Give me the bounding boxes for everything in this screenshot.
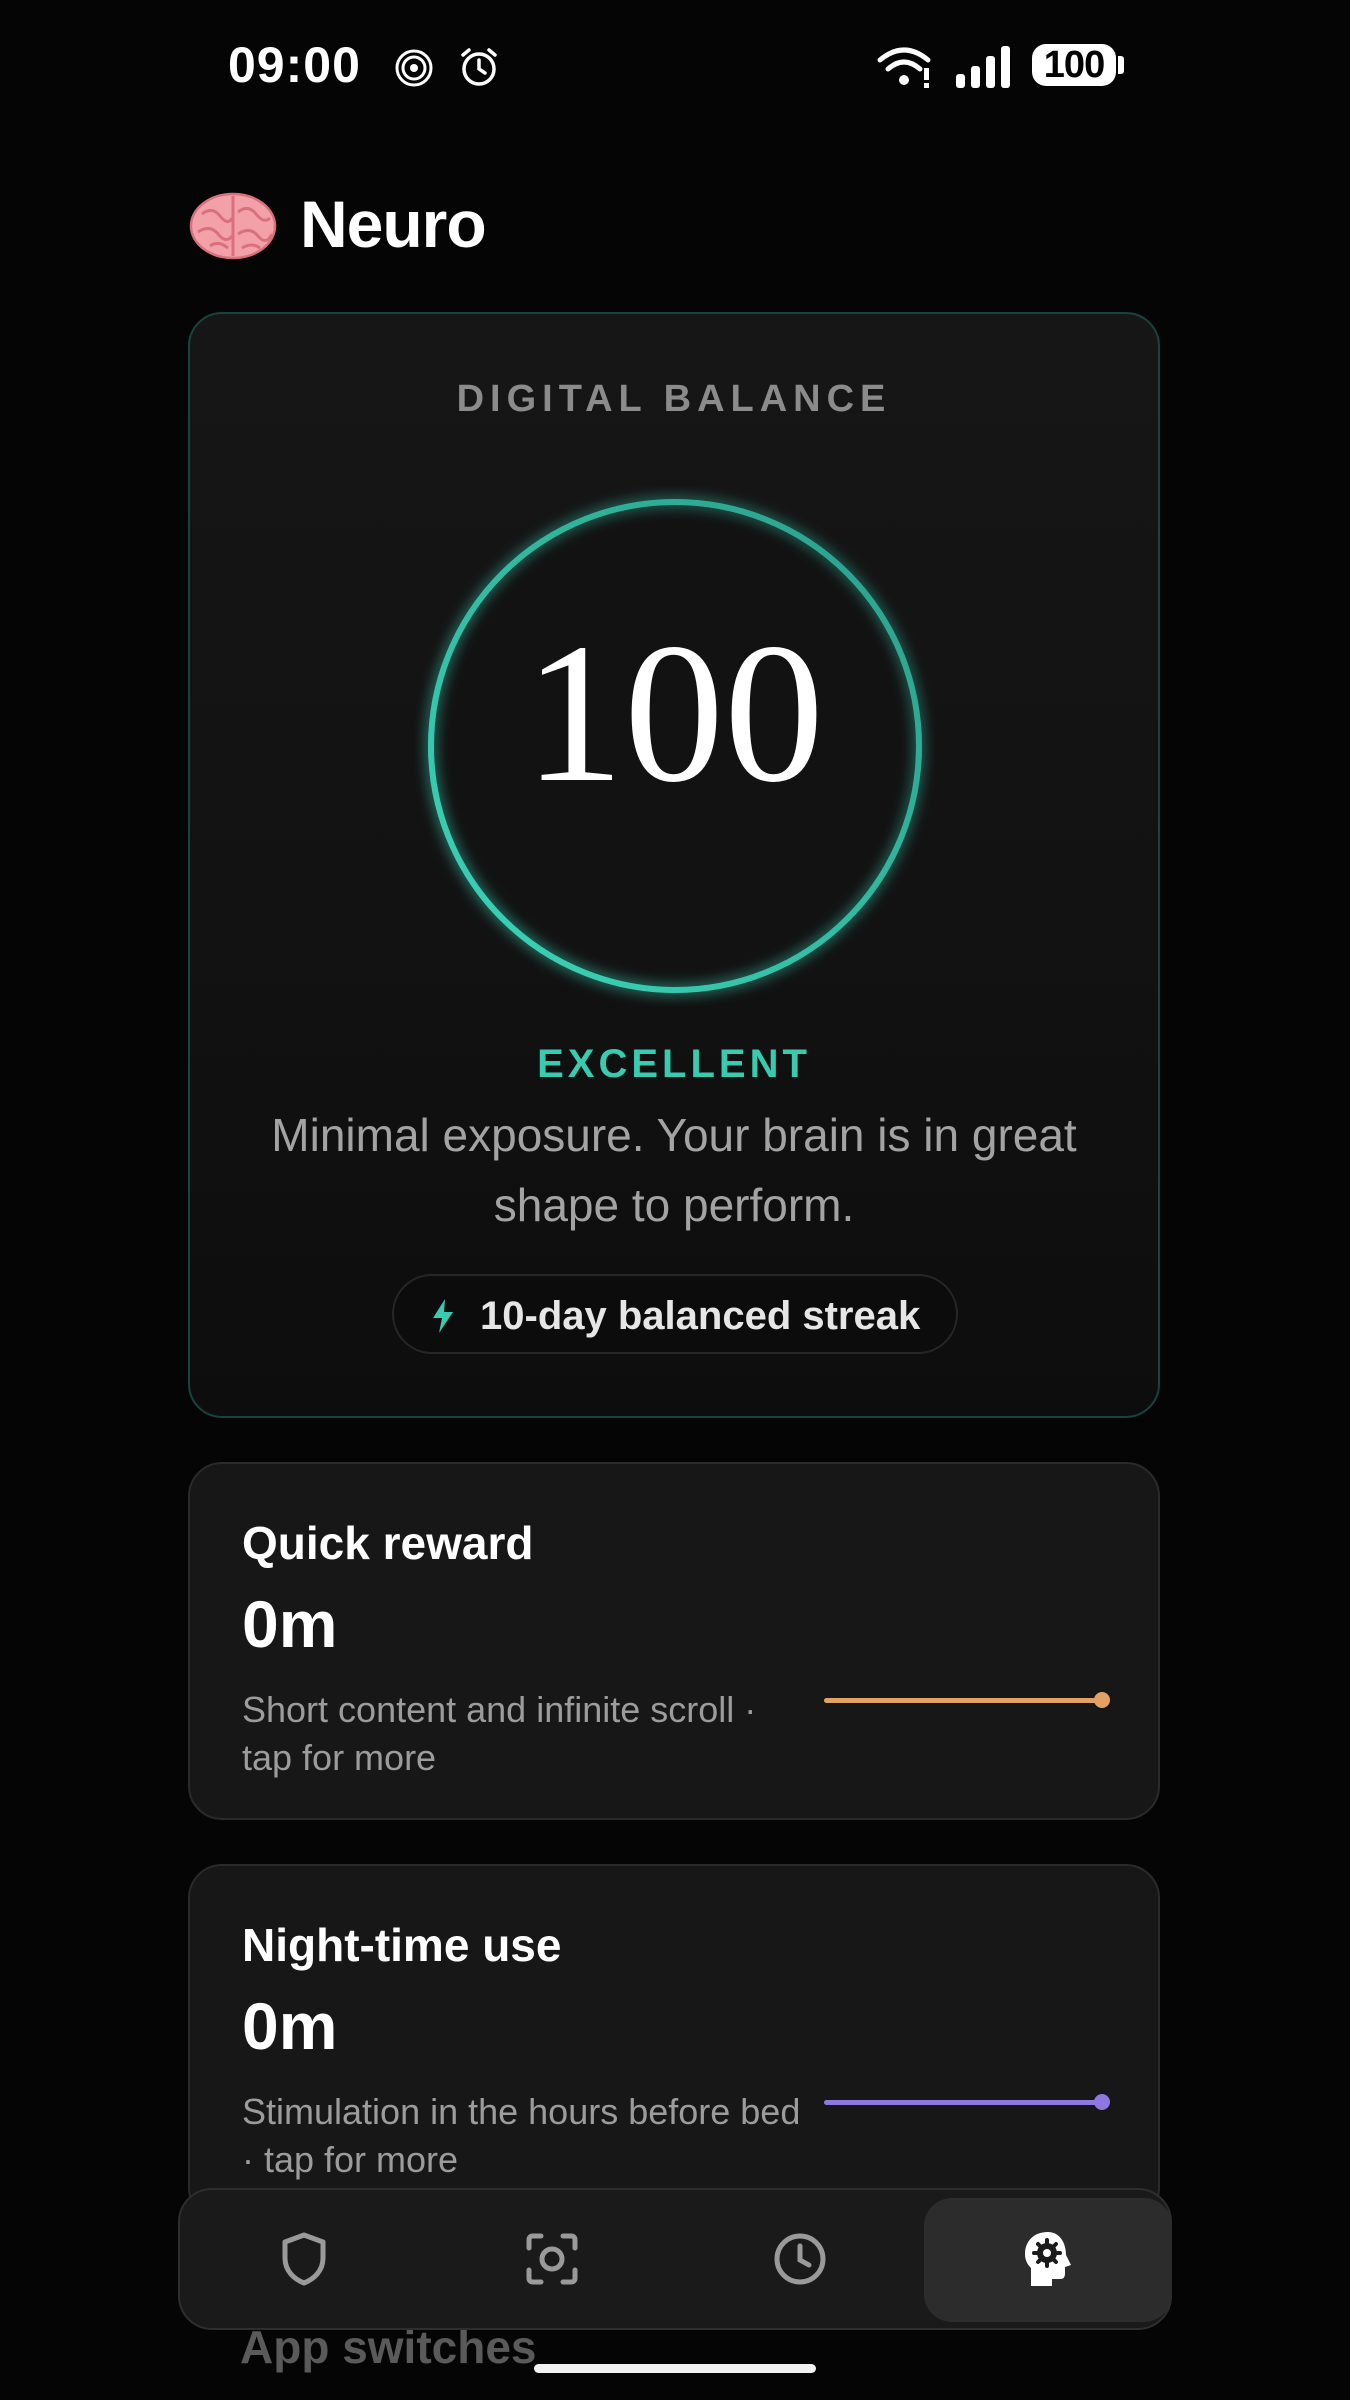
metric-value: 0m bbox=[242, 1989, 338, 2063]
home-indicator[interactable] bbox=[534, 2364, 816, 2373]
metric-description: Short content and infinite scroll · tap … bbox=[242, 1689, 757, 1778]
nav-item-shield[interactable] bbox=[180, 2190, 428, 2328]
streak-label: 10-day balanced streak bbox=[480, 1294, 921, 1338]
streak-badge: 10-day balanced streak bbox=[392, 1274, 958, 1354]
bottom-nav bbox=[178, 2188, 1172, 2330]
score-description: Minimal exposure. Your brain is in great… bbox=[271, 1109, 1077, 1231]
brain-icon bbox=[189, 192, 277, 260]
hotspot-icon bbox=[395, 49, 433, 87]
nav-item-neuro[interactable] bbox=[924, 2198, 1172, 2322]
wifi-icon bbox=[877, 47, 931, 88]
digital-balance-card[interactable]: DIGITAL BALANCE 100 EXCELLENT Minimal ex… bbox=[188, 312, 1160, 1418]
battery-nub bbox=[1118, 56, 1124, 74]
brain-settings-icon bbox=[1025, 2232, 1071, 2286]
app-title: Neuro bbox=[300, 187, 487, 261]
nav-item-focus[interactable] bbox=[428, 2190, 676, 2328]
signal-icon bbox=[956, 46, 1010, 88]
lightning-icon bbox=[433, 1299, 453, 1333]
metric-trend-dot bbox=[1094, 2094, 1110, 2110]
metric-title: Quick reward bbox=[242, 1517, 534, 1569]
metric-value: 0m bbox=[242, 1587, 338, 1661]
focus-scan-icon bbox=[526, 2233, 578, 2285]
alarm-icon bbox=[461, 48, 497, 86]
nav-item-history[interactable] bbox=[676, 2190, 924, 2328]
metric-card-night-time-use[interactable]: Night-time use 0m Stimulation in the hou… bbox=[188, 1864, 1160, 2222]
status-time: 09:00 bbox=[228, 37, 361, 93]
battery-icon: 100 bbox=[1032, 44, 1116, 86]
metric-description: Stimulation in the hours before bed · ta… bbox=[242, 2091, 801, 2180]
metric-title: Night-time use bbox=[242, 1919, 562, 1971]
metric-card-quick-reward[interactable]: Quick reward 0m Short content and infini… bbox=[188, 1462, 1160, 1820]
clock-icon bbox=[774, 2233, 826, 2285]
metric-trend-line bbox=[824, 2100, 1104, 2105]
card-label: DIGITAL BALANCE bbox=[456, 378, 892, 420]
score-value: 100 bbox=[524, 603, 824, 824]
shield-icon bbox=[282, 2232, 326, 2286]
rating-label: EXCELLENT bbox=[537, 1042, 811, 1086]
metric-trend-dot bbox=[1094, 1692, 1110, 1708]
metric-trend-line bbox=[824, 1698, 1104, 1703]
